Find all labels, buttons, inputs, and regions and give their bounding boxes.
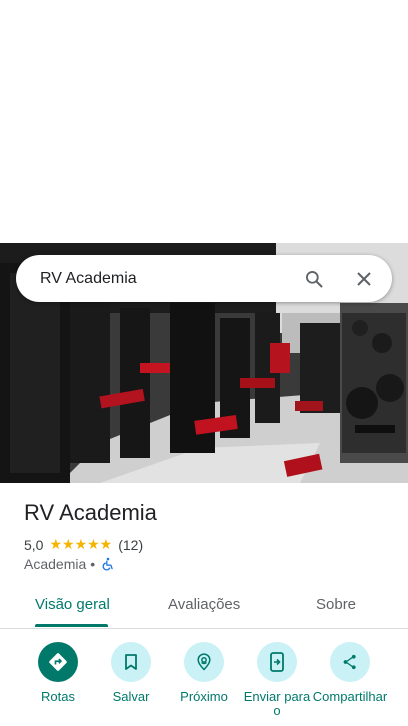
star-rating-icon: ★★★★★ — [49, 536, 113, 552]
search-bar[interactable]: RV Academia — [16, 255, 392, 302]
send-to-phone-label: Enviar para o — [243, 689, 311, 718]
send-to-phone-button[interactable]: Enviar para o — [239, 642, 315, 718]
save-label: Salvar — [112, 689, 150, 704]
directions-icon[interactable] — [38, 642, 78, 682]
share-label: Compartilhar — [312, 689, 388, 704]
nearby-icon[interactable] — [184, 642, 224, 682]
share-icon[interactable] — [330, 642, 370, 682]
category-label: Academia — [24, 556, 87, 572]
tab-reviews[interactable]: Avaliações — [168, 596, 240, 613]
save-button[interactable]: Salvar — [93, 642, 169, 704]
active-tab-indicator — [35, 624, 108, 627]
directions-label: Rotas — [41, 689, 75, 704]
category-row: Academia • — [24, 556, 115, 572]
tab-overview[interactable]: Visão geral — [35, 596, 110, 613]
tab-about[interactable]: Sobre — [316, 596, 356, 613]
nearby-label: Próximo — [180, 689, 228, 704]
separator: • — [90, 556, 96, 572]
bookmark-icon[interactable] — [111, 642, 151, 682]
directions-button[interactable]: Rotas — [20, 642, 96, 704]
nearby-button[interactable]: Próximo — [166, 642, 242, 704]
rating-row[interactable]: 5,0 ★★★★★ (12) — [24, 536, 143, 553]
review-count[interactable]: (12) — [118, 537, 143, 553]
close-icon[interactable] — [352, 267, 376, 291]
search-input[interactable]: RV Academia — [40, 270, 302, 288]
blank-area — [0, 0, 408, 243]
share-button[interactable]: Compartilhar — [312, 642, 388, 704]
send-to-phone-icon[interactable] — [257, 642, 297, 682]
tab-bar: Visão geral Avaliações Sobre — [0, 586, 408, 629]
wheelchair-accessible-icon[interactable] — [101, 557, 115, 571]
rating-value: 5,0 — [24, 536, 44, 553]
place-title: RV Academia — [24, 500, 157, 525]
search-icon[interactable] — [302, 267, 326, 291]
